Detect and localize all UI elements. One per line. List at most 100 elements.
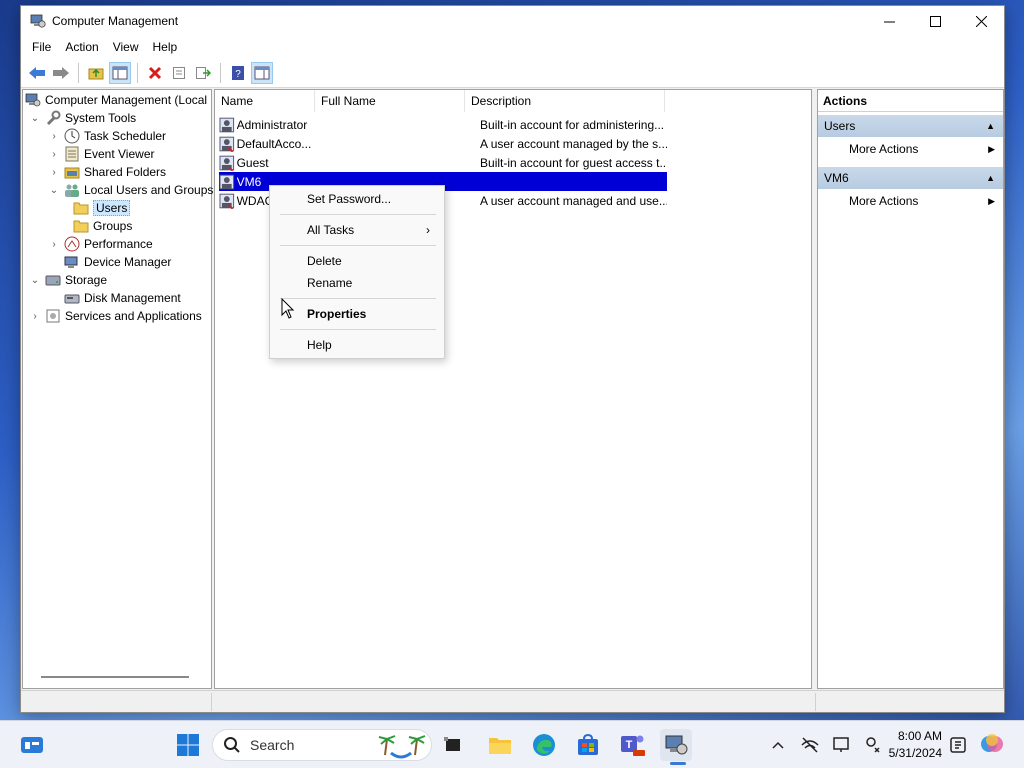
chevron-right-icon[interactable]: › [29,311,41,322]
chevron-right-icon[interactable]: › [48,131,60,142]
file-explorer-button[interactable] [484,729,516,761]
context-item-help[interactable]: Help [270,334,444,356]
tree-item-disk-management[interactable]: Disk Management [60,289,181,307]
notification-button[interactable] [942,729,974,761]
help-button[interactable]: ? [227,62,249,84]
computer-management-taskbar-button[interactable] [660,729,692,761]
accessibility-icon[interactable] [864,735,884,755]
delete-button[interactable] [144,62,166,84]
context-label: Help [307,338,332,352]
close-button[interactable] [958,6,1004,36]
tree-item-storage[interactable]: ⌄ Storage [29,271,107,289]
collapse-icon[interactable]: ▲ [986,173,995,183]
tree-label: Performance [84,237,153,251]
store-icon [578,734,598,755]
action-group-users[interactable]: Users ▲ [818,115,1003,137]
properties-button[interactable] [168,62,190,84]
show-hide-action-pane-button[interactable] [251,61,273,84]
search-box[interactable]: Search [212,729,432,761]
display-icon[interactable] [832,735,852,755]
tree-label: Disk Management [84,291,181,305]
help-icon: ? [232,65,244,80]
back-button[interactable] [26,62,48,84]
context-separator [280,298,436,299]
collapse-icon[interactable]: ▲ [986,121,995,131]
show-hide-tree-button[interactable] [109,61,131,84]
context-item-delete[interactable]: Delete [270,250,444,272]
tree-item-computer-management[interactable]: Computer Management (Local [25,91,207,109]
menu-view[interactable]: View [106,40,146,54]
copilot-icon [981,734,1003,752]
window-title: Computer Management [52,14,179,28]
network-off-icon[interactable] [800,735,820,755]
tree-item-device-manager[interactable]: Device Manager [60,253,171,271]
horizontal-scrollbar[interactable] [41,676,189,678]
tree-item-services-and-applications[interactable]: › Services and Applications [29,307,201,325]
tree-item-users[interactable]: Users [69,199,131,217]
tree-item-local-users-and-groups[interactable]: ⌄ Local Users and Groups [48,181,213,199]
chevron-down-icon[interactable]: ⌄ [48,185,60,196]
context-label: All Tasks [307,223,355,237]
maximize-button[interactable] [912,6,958,36]
disk-icon [64,290,80,306]
widgets-button[interactable] [16,729,48,761]
chevron-right-icon[interactable]: › [48,149,60,160]
context-item-set-password[interactable]: Set Password... [270,188,444,210]
start-button[interactable] [172,729,204,761]
user-icon [219,117,235,132]
forward-icon [53,66,69,79]
action-more-actions-users[interactable]: More Actions ▶ [818,137,1003,161]
task-view-button[interactable] [437,729,469,761]
chevron-right-icon[interactable]: › [48,239,60,250]
action-group-title: Users [824,119,856,133]
tree-label: Device Manager [84,255,172,269]
tree-item-groups[interactable]: Groups [69,217,132,235]
computer-management-icon [25,92,41,108]
column-header-name[interactable]: Name [215,90,315,112]
action-more-actions-vm6[interactable]: More Actions ▶ [818,189,1003,213]
forward-button[interactable] [50,62,72,84]
tree-item-performance[interactable]: › Performance [48,235,153,253]
tree-item-event-viewer[interactable]: › Event Viewer [48,145,154,163]
tree-label: Task Scheduler [84,129,167,143]
chevron-down-icon[interactable]: ⌄ [29,113,41,124]
start-icon [177,734,199,756]
list-item[interactable]: Administrator Built-in account for admin… [219,115,667,134]
user-name: Guest [236,155,269,170]
clock[interactable]: 8:00 AM 5/31/2024 [889,728,942,762]
context-item-properties[interactable]: Properties [270,303,444,325]
computer-management-window: Computer Management File Action View Hel… [20,5,1005,713]
export-list-button[interactable] [192,62,214,84]
chevron-right-icon[interactable]: › [48,167,60,178]
column-header-full-name[interactable]: Full Name [315,90,465,112]
menu-help[interactable]: Help [146,40,185,54]
teams-button[interactable]: T [616,729,648,761]
tree-label: Shared Folders [84,165,167,179]
chevron-down-icon[interactable]: ⌄ [29,275,41,286]
tree-item-system-tools[interactable]: ⌄ System Tools [29,109,136,127]
tree-item-shared-folders[interactable]: › Shared Folders [48,163,166,181]
up-folder-button[interactable] [85,62,107,84]
tree-label: Event Viewer [84,147,155,161]
chevron-up-icon[interactable] [768,735,788,755]
svg-text:T: T [626,739,633,751]
menu-file[interactable]: File [25,40,58,54]
context-item-rename[interactable]: Rename [270,272,444,294]
minimize-button[interactable] [866,6,912,36]
user-name: Administrator [236,117,308,132]
list-item[interactable]: DefaultAcco... A user account managed by… [219,134,667,153]
storage-icon [45,272,61,288]
menu-action[interactable]: Action [58,40,105,54]
tree-item-task-scheduler[interactable]: › Task Scheduler [48,127,166,145]
copilot-button[interactable] [976,729,1008,761]
up-folder-icon [88,68,104,79]
action-group-vm6[interactable]: VM6 ▲ [818,167,1003,189]
column-header-description[interactable]: Description [465,90,665,112]
shared-folders-icon [64,164,80,180]
task-view-icon [444,737,460,751]
edge-button[interactable] [528,729,560,761]
context-item-all-tasks[interactable]: All Tasks › [270,219,444,241]
list-item[interactable]: Guest Built-in account for guest access … [219,153,667,172]
store-button[interactable] [572,729,604,761]
status-segment [815,693,915,711]
